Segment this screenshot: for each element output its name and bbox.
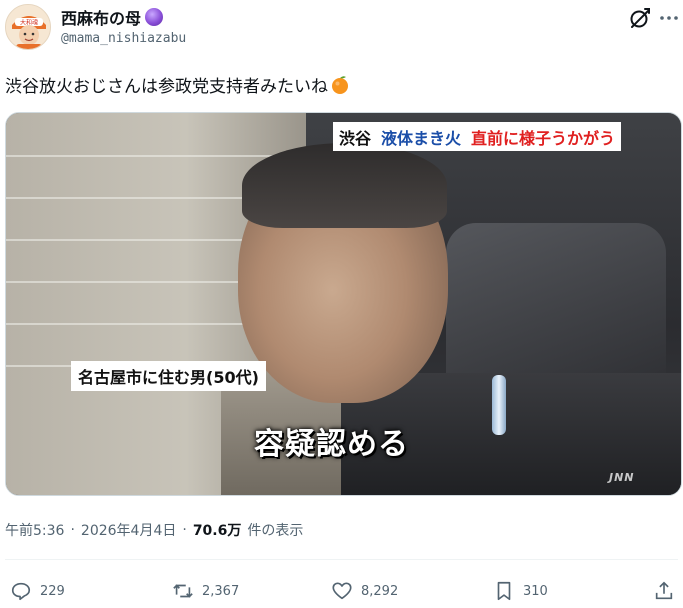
more-icon[interactable] (659, 10, 679, 26)
display-name-text[interactable]: 西麻布の母 (61, 5, 141, 29)
meta-separator: · (70, 522, 75, 538)
bookmark-count: 310 (523, 583, 548, 599)
headrest-post (492, 375, 506, 435)
avatar[interactable]: 大和魂 (5, 4, 51, 50)
share-icon (655, 581, 673, 600)
reply-icon (11, 582, 31, 601)
post-container: 大和魂 西麻布の母 @mama_nishiazabu 渋谷放火おじさんは参政党支… (0, 0, 683, 608)
reply-count: 229 (40, 583, 65, 599)
post-text-body: 渋谷放火おじさんは参政党支持者みたいね (5, 77, 328, 97)
caption-headline: 直前に様子うかがう (471, 128, 616, 148)
crystal-ball-icon (145, 8, 164, 26)
repost-button[interactable]: 2,367 (172, 580, 239, 602)
display-name[interactable]: 西麻布の母 (61, 5, 164, 29)
user-handle[interactable]: @mama_nishiazabu (61, 31, 186, 46)
caption-main: 容疑認める (254, 427, 409, 462)
post-text: 渋谷放火おじさんは参政党支持者みたいね (5, 72, 350, 97)
man-hair (242, 143, 447, 228)
like-count: 8,292 (361, 583, 399, 599)
post-date[interactable]: 2026年4月4日 (81, 520, 176, 540)
repost-count: 2,367 (202, 583, 240, 599)
post-time[interactable]: 午前5:36 (5, 520, 64, 540)
bookmark-icon (497, 581, 511, 601)
caption-location: 渋谷 (339, 128, 372, 148)
meta-separator: · (182, 522, 187, 538)
orange-icon (332, 75, 348, 94)
reply-button[interactable]: 229 (10, 580, 65, 602)
broadcaster-watermark: JNN (609, 471, 635, 484)
divider (5, 559, 678, 560)
avatar-illustration: 大和魂 (6, 5, 50, 49)
grok-icon[interactable] (628, 6, 652, 30)
post-meta: 午前5:36 · 2026年4月4日 · 70.6万 件の表示 (5, 520, 303, 540)
like-button[interactable]: 8,292 (331, 580, 398, 602)
repost-icon (173, 584, 193, 598)
wall-stripe (6, 155, 306, 157)
like-icon (332, 582, 352, 600)
caption-suspect: 名古屋市に住む男(50代) (71, 361, 266, 391)
share-button[interactable] (653, 580, 675, 602)
bookmark-button[interactable]: 310 (493, 580, 548, 602)
post-image[interactable]: 渋谷 液体まき火 直前に様子うかがう 名古屋市に住む男(50代) 容疑認める J… (5, 112, 682, 496)
caption-top: 渋谷 液体まき火 直前に様子うかがう (333, 122, 622, 151)
caption-topic: 液体まき火 (381, 128, 462, 148)
views-count[interactable]: 70.6万 (193, 520, 242, 540)
views-label: 件の表示 (247, 523, 304, 539)
